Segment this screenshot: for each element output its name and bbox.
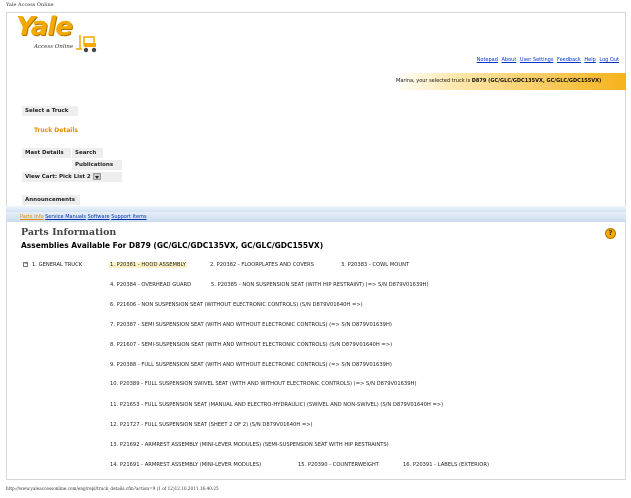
nav-search[interactable]: Search — [72, 148, 103, 158]
selected-truck-prefix: Marina, your selected truck is — [396, 78, 471, 84]
view-cart-dropdown[interactable]: View Cart: Pick List 2 — [22, 172, 122, 182]
logout-link[interactable]: Log Out — [599, 57, 619, 63]
logo-tagline: Access Online — [34, 44, 74, 50]
group-label-general-truck[interactable]: 1. GENERAL TRUCK — [32, 262, 82, 268]
page-title: Parts Information — [21, 227, 117, 238]
assembly-link[interactable]: 10. P20389 - FULL SUSPENSION SWIVEL SEAT… — [110, 381, 416, 387]
nav-announcements[interactable]: Announcements — [22, 195, 80, 205]
nav-publications[interactable]: Publications — [72, 160, 122, 170]
subnav-service-manuals[interactable]: Service Manuals — [45, 214, 86, 220]
assembly-link[interactable]: 1. P20381 - HOOD ASSEMBLY — [109, 262, 187, 268]
view-cart-label: View Cart: Pick List 2 — [25, 174, 91, 180]
help-icon[interactable]: ? — [605, 228, 616, 239]
print-footer: http://www.yaleaccessonline.com/eng/repl… — [6, 486, 219, 491]
assembly-link[interactable]: 15. P20390 - COUNTERWEIGHT — [298, 462, 379, 468]
assemblies-title: Assemblies Available For D879 (GC/GLC/GD… — [21, 241, 324, 250]
assembly-link[interactable]: 8. P21607 - SEMI-SUSPENSION SEAT (WITH A… — [110, 342, 392, 348]
assembly-link[interactable]: 6. P21606 - NON SUSPENSION SEAT (WITHOUT… — [110, 302, 363, 308]
user-settings-link[interactable]: User Settings — [520, 57, 554, 63]
nav-select-truck[interactable]: Select a Truck — [22, 106, 78, 116]
assembly-link[interactable]: 16. P20391 - LABELS (EXTERIOR) — [403, 462, 489, 468]
selected-truck-value: D879 (GC/GLC/GDC135VX, GC/GLC/GDC155VX) — [471, 78, 602, 84]
top-links: Notepad About User Settings Feedback Hel… — [475, 57, 619, 63]
assembly-link[interactable]: 5. P20385 - NON SUSPENSION SEAT (WITH HI… — [211, 282, 428, 288]
feedback-link[interactable]: Feedback — [557, 57, 581, 63]
assembly-link[interactable]: 4. P20384 - OVERHEAD GUARD — [110, 282, 191, 288]
collapse-icon[interactable]: − — [23, 262, 28, 267]
subnav-parts-info[interactable]: Parts Info — [20, 214, 44, 220]
assembly-link[interactable]: 11. P21653 - FULL SUSPENSION SEAT (MANUA… — [110, 402, 443, 408]
notepad-link[interactable]: Notepad — [477, 57, 498, 63]
assembly-link[interactable]: 12. P21727 - FULL SUSPENSION SEAT (SHEET… — [110, 422, 313, 428]
about-link[interactable]: About — [502, 57, 517, 63]
assembly-link[interactable]: 3. P20383 - COWL MOUNT — [341, 262, 409, 268]
assembly-link[interactable]: 7. P20387 - SEMI SUSPENSION SEAT (WITH A… — [110, 322, 392, 328]
assembly-link[interactable]: 2. P20382 - FLOORPLATES AND COVERS — [210, 262, 314, 268]
assembly-link[interactable]: 14. P21691 - ARMREST ASSEMBLY (MINI-LEVE… — [110, 462, 261, 468]
assembly-link[interactable]: 13. P21692 - ARMREST ASSEMBLY (MINI-LEVE… — [110, 442, 389, 448]
subnav-software[interactable]: Software — [88, 214, 110, 220]
forklift-logo-icon — [76, 35, 97, 53]
logo-text: Yale — [16, 12, 73, 42]
nav-mast-details[interactable]: Mast Details — [22, 148, 71, 158]
help-link[interactable]: Help — [584, 57, 595, 63]
assembly-link[interactable]: 9. P20388 - FULL SUSPENSION SEAT (WITH A… — [110, 362, 392, 368]
nav-truck-details[interactable]: Truck Details — [34, 127, 78, 134]
selected-truck-bar: Marina, your selected truck is D879 (GC/… — [394, 73, 626, 90]
subnav: Parts Info Service Manuals Software Supp… — [6, 212, 626, 222]
dropdown-arrow-icon[interactable] — [92, 173, 101, 180]
print-header: Yale Access Online — [6, 2, 54, 8]
subnav-support-items[interactable]: Support Items — [111, 214, 146, 220]
